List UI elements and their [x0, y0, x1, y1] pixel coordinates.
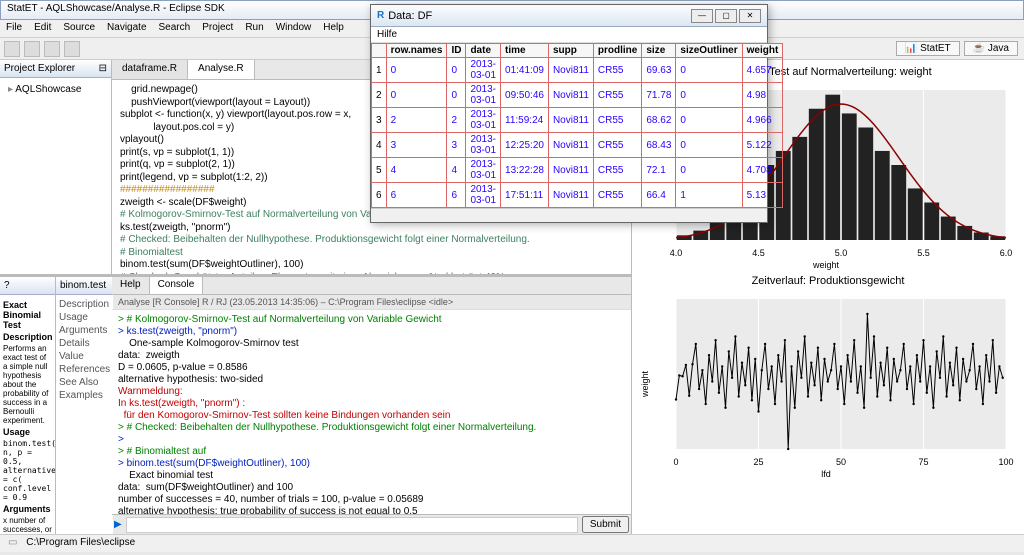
binom-tab[interactable]: binom.test	[56, 277, 113, 295]
help-left-body[interactable]: Exact Binomial Test Description Performs…	[0, 295, 55, 534]
minimize-icon[interactable]: —	[691, 9, 713, 23]
outline-item[interactable]: Arguments	[59, 324, 110, 337]
svg-text:0: 0	[673, 457, 678, 467]
svg-text:5.0: 5.0	[835, 248, 848, 258]
svg-text:50: 50	[836, 457, 846, 467]
perspective-switcher: 📊 StatET ☕ Java	[894, 39, 1020, 58]
data-viewer-window[interactable]: R Data: DF — ▢ ✕ Hilfe row.namesIDdateti…	[370, 4, 768, 223]
r-icon: R	[377, 10, 384, 21]
menu-window[interactable]: Window	[276, 22, 312, 33]
svg-text:weight: weight	[812, 260, 840, 270]
data-viewer-title: Data: DF	[388, 10, 691, 22]
save-icon[interactable]	[24, 41, 40, 57]
svg-text:6.0: 6.0	[1000, 248, 1013, 258]
binom-outline[interactable]: DescriptionUsageArgumentsDetailsValueRef…	[56, 295, 113, 534]
project-explorer-header: Project Explorer ⊟	[0, 60, 111, 78]
console-input-bar: ▶ Submit	[112, 514, 631, 534]
svg-text:5.5: 5.5	[917, 248, 930, 258]
statusbar: ▭ C:\Program Files\eclipse	[0, 534, 1024, 552]
chart2-title: Zeitverlauf: Produktionsgewicht	[636, 275, 1020, 287]
console-tab-console[interactable]: Console	[150, 277, 204, 294]
outline-item[interactable]: Usage	[59, 311, 110, 324]
terminal-icon: ▭	[8, 537, 17, 548]
svg-text:4.0: 4.0	[670, 248, 683, 258]
svg-text:75: 75	[918, 457, 928, 467]
console-input[interactable]	[126, 517, 578, 533]
run-icon[interactable]	[44, 41, 60, 57]
outline-item[interactable]: Description	[59, 298, 110, 311]
outline-item[interactable]: Details	[59, 337, 110, 350]
menu-file[interactable]: File	[6, 22, 22, 33]
menu-project[interactable]: Project	[202, 22, 233, 33]
close-icon[interactable]: ✕	[739, 9, 761, 23]
app-title: StatET - AQLShowcase/Analyse.R - Eclipse…	[7, 3, 225, 14]
timeseries-plot: 0 25 50 75 100 lfd weight	[636, 289, 1016, 479]
collapse-icon[interactable]: ⊟	[99, 63, 107, 74]
help-usage: binom.test(x, n, p = 0.5, alternative = …	[3, 439, 52, 502]
help-args-h: Arguments	[3, 504, 52, 514]
perspective-java[interactable]: ☕ Java	[964, 41, 1018, 56]
help-title: Exact Binomial Test	[3, 300, 52, 330]
data-viewer-menu[interactable]: Hilfe	[371, 27, 767, 43]
project-item[interactable]: AQLShowcase	[4, 82, 107, 97]
menu-help[interactable]: Help	[323, 22, 344, 33]
outline-item[interactable]: Examples	[59, 389, 110, 402]
menu-run[interactable]: Run	[245, 22, 263, 33]
help-desc: Performs an exact test of a simple null …	[3, 344, 52, 425]
svg-text:100: 100	[998, 457, 1013, 467]
project-explorer-body[interactable]: AQLShowcase	[0, 78, 111, 274]
console-output[interactable]: > # Kolmogorov-Smirnov-Test auf Normalve…	[112, 310, 631, 514]
status-text: C:\Program Files\eclipse	[26, 537, 135, 548]
svg-text:4.5: 4.5	[752, 248, 765, 258]
outline-item[interactable]: References	[59, 363, 110, 376]
menu-search[interactable]: Search	[159, 22, 191, 33]
menu-navigate[interactable]: Navigate	[107, 22, 146, 33]
console-tabs: Help Console	[112, 277, 631, 295]
menu-source[interactable]: Source	[63, 22, 95, 33]
data-table[interactable]: row.namesIDdatetimesuppprodlinesizesizeO…	[371, 43, 783, 208]
svg-text:weight: weight	[640, 370, 650, 398]
help-args: x number of successes, or a vector of le…	[3, 516, 52, 534]
editor-tab-analyse[interactable]: Analyse.R	[188, 60, 255, 79]
outline-item[interactable]: See Also	[59, 376, 110, 389]
data-viewer-titlebar[interactable]: R Data: DF — ▢ ✕	[371, 5, 767, 27]
submit-button[interactable]: Submit	[582, 516, 629, 533]
maximize-icon[interactable]: ▢	[715, 9, 737, 23]
debug-icon[interactable]	[64, 41, 80, 57]
console-header: Analyse [R Console] R / RJ (23.05.2013 1…	[112, 295, 631, 310]
help-desc-h: Description	[3, 332, 52, 342]
perspective-statet[interactable]: 📊 StatET	[896, 41, 960, 56]
svg-text:25: 25	[753, 457, 763, 467]
outline-item[interactable]: Value	[59, 350, 110, 363]
prompt-icon: ▶	[114, 519, 122, 530]
data-viewer-footer	[371, 208, 767, 222]
menu-edit[interactable]: Edit	[34, 22, 51, 33]
svg-text:lfd: lfd	[821, 469, 831, 479]
help-left-header: ?	[0, 277, 55, 295]
help-usage-h: Usage	[3, 427, 52, 437]
new-icon[interactable]	[4, 41, 20, 57]
console-tab-help[interactable]: Help	[112, 277, 150, 294]
editor-tab-dataframe[interactable]: dataframe.R	[112, 60, 188, 79]
